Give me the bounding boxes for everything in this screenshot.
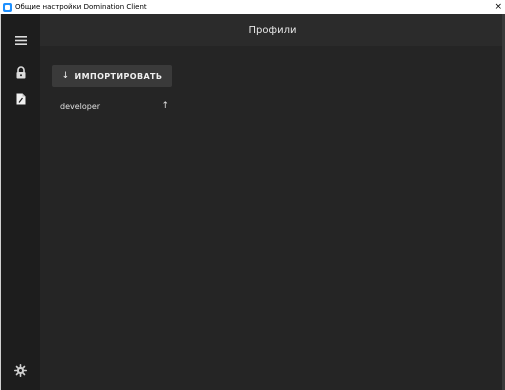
page-header: Профили bbox=[40, 14, 505, 46]
app-icon bbox=[3, 2, 12, 12]
file-icon bbox=[16, 93, 25, 105]
profile-item[interactable]: developer ↑ bbox=[52, 98, 177, 114]
lock-icon bbox=[16, 66, 25, 79]
hamburger-menu-icon bbox=[14, 36, 27, 45]
menu-button[interactable] bbox=[1, 36, 40, 45]
arrow-down-icon: ↓ bbox=[61, 71, 70, 81]
window-title: Общие настройки Domination Client bbox=[15, 3, 147, 11]
close-icon[interactable]: × bbox=[494, 0, 502, 14]
settings-button[interactable] bbox=[1, 364, 40, 377]
lock-button[interactable] bbox=[1, 66, 40, 79]
import-button-label: ИМПОРТИРОВАТЬ bbox=[74, 71, 163, 81]
profiles-button[interactable] bbox=[1, 93, 40, 105]
window-titlebar: Общие настройки Domination Client × bbox=[0, 0, 505, 14]
gear-icon bbox=[14, 364, 27, 377]
arrow-up-icon[interactable]: ↑ bbox=[161, 101, 169, 111]
page-title: Профили bbox=[248, 24, 297, 36]
sidebar bbox=[1, 14, 40, 390]
profile-name: developer bbox=[60, 101, 101, 111]
import-button[interactable]: ↓ ИМПОРТИРОВАТЬ bbox=[52, 65, 172, 87]
